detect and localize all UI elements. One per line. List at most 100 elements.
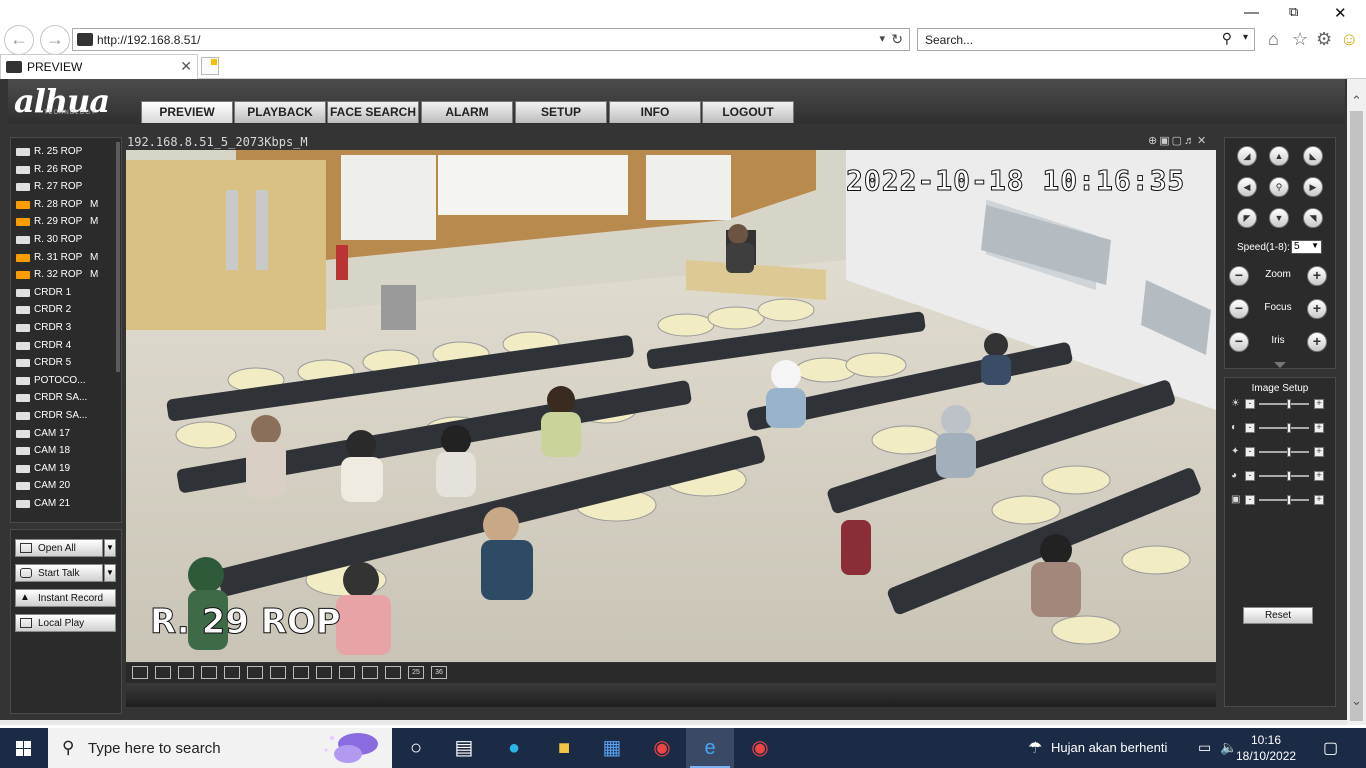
slider-minus-button[interactable]: - xyxy=(1245,399,1255,409)
device-item[interactable]: CRDR 1 xyxy=(15,285,119,303)
record-icon[interactable]: ▣ xyxy=(1159,135,1171,147)
device-item[interactable]: CAM 18 xyxy=(15,443,119,461)
device-item[interactable]: CRDR SA... xyxy=(15,408,119,426)
taskbar-search-input[interactable]: ⚲ Type here to search xyxy=(48,728,392,768)
zoom-icon[interactable]: ⊕ xyxy=(1148,135,1159,147)
open-all-button[interactable]: Open All xyxy=(15,539,103,557)
split-mode-button[interactable] xyxy=(270,666,286,679)
back-button[interactable]: ← xyxy=(4,25,34,55)
nav-tab-preview[interactable]: PREVIEW xyxy=(141,101,233,123)
feedback-smiley-icon[interactable]: ☺ xyxy=(1340,29,1358,50)
slider-knob[interactable] xyxy=(1286,495,1291,505)
chrome-profile-icon[interactable]: ◉ xyxy=(638,728,686,768)
nav-tab-playback[interactable]: PLAYBACK xyxy=(234,101,326,123)
system-clock[interactable]: 10:16 18/10/2022 xyxy=(1236,732,1296,764)
scroll-up-icon[interactable]: ⌃ xyxy=(1351,93,1362,109)
cortana-icon[interactable]: ○ xyxy=(392,728,440,768)
iris-plus-button[interactable]: + xyxy=(1307,332,1327,352)
device-item[interactable]: CAM 19 xyxy=(15,461,119,479)
minimize-icon[interactable]: — xyxy=(1244,4,1259,21)
slider-track[interactable] xyxy=(1259,451,1309,453)
open-all-dropdown[interactable]: ▼ xyxy=(104,539,116,557)
slider-knob[interactable] xyxy=(1286,471,1291,481)
snapshot-icon[interactable]: ▢ xyxy=(1172,135,1184,147)
zoom-in-button[interactable]: + xyxy=(1307,266,1327,286)
home-icon[interactable]: ⌂ xyxy=(1268,29,1279,50)
network-icon[interactable]: ▭ xyxy=(1198,739,1211,768)
device-item[interactable]: CRDR 5 xyxy=(15,355,119,373)
forward-button[interactable]: → xyxy=(40,25,70,55)
ptz-collapse-toggle[interactable] xyxy=(1224,359,1336,373)
speed-select[interactable]: 5 ▼ xyxy=(1291,240,1322,254)
ptz-down-right-icon[interactable]: ◥ xyxy=(1303,208,1323,228)
device-item[interactable]: CRDR SA... xyxy=(15,390,119,408)
device-item[interactable]: R. 30 ROP xyxy=(15,232,119,250)
split-mode-button[interactable] xyxy=(132,666,148,679)
slider-knob[interactable] xyxy=(1286,399,1291,409)
browser-search-input[interactable]: Search... ⚲ ▾ xyxy=(917,28,1255,51)
split-mode-button[interactable] xyxy=(339,666,355,679)
weather-text[interactable]: Hujan akan berhenti xyxy=(1051,740,1167,768)
page-scrollbar[interactable]: ⌃ ⌄ xyxy=(1347,79,1366,725)
slider-minus-button[interactable]: - xyxy=(1245,471,1255,481)
search-dropdown-icon[interactable]: ▾ xyxy=(1243,32,1248,43)
volume-icon[interactable]: 🔈 xyxy=(1220,739,1237,768)
device-item[interactable]: R. 25 ROP xyxy=(15,144,119,162)
ptz-center-icon[interactable]: ⚲ xyxy=(1269,177,1289,197)
device-item[interactable]: R. 26 ROP xyxy=(15,162,119,180)
device-item[interactable]: CAM 20 xyxy=(15,478,119,496)
slider-minus-button[interactable]: - xyxy=(1245,495,1255,505)
nav-tab-info[interactable]: INFO xyxy=(609,101,701,123)
refresh-icon[interactable]: ↻ xyxy=(891,31,903,48)
slider-track[interactable] xyxy=(1259,427,1309,429)
search-icon[interactable]: ⚲ xyxy=(1222,30,1232,47)
weather-icon[interactable]: ☂ xyxy=(1028,738,1042,768)
slider-minus-button[interactable]: - xyxy=(1245,447,1255,457)
audio-icon[interactable]: ♬ xyxy=(1184,135,1197,147)
start-talk-button[interactable]: Start Talk xyxy=(15,564,103,582)
close-window-icon[interactable]: ✕ xyxy=(1334,4,1347,22)
focus-minus-button[interactable]: − xyxy=(1229,299,1249,319)
split-mode-button[interactable] xyxy=(201,666,217,679)
ptz-down-left-icon[interactable]: ◤ xyxy=(1237,208,1257,228)
split-mode-button[interactable] xyxy=(247,666,263,679)
device-item[interactable]: CAM 21 xyxy=(15,496,119,514)
split-mode-button[interactable] xyxy=(155,666,171,679)
slider-track[interactable] xyxy=(1259,403,1309,405)
split-mode-button[interactable] xyxy=(178,666,194,679)
split-mode-button[interactable]: 25 xyxy=(408,666,424,679)
slider-plus-button[interactable]: + xyxy=(1314,447,1324,457)
start-talk-dropdown[interactable]: ▼ xyxy=(104,564,116,582)
slider-track[interactable] xyxy=(1259,475,1309,477)
nav-tab-logout[interactable]: LOGOUT xyxy=(702,101,794,123)
split-mode-button[interactable] xyxy=(293,666,309,679)
zoom-out-button[interactable]: − xyxy=(1229,266,1249,286)
new-tab-button[interactable] xyxy=(201,57,219,75)
ptz-up-icon[interactable]: ▲ xyxy=(1269,146,1289,166)
favorites-star-icon[interactable]: ☆ xyxy=(1292,29,1308,50)
slider-track[interactable] xyxy=(1259,499,1309,501)
slider-knob[interactable] xyxy=(1286,423,1291,433)
slider-plus-button[interactable]: + xyxy=(1314,423,1324,433)
device-item[interactable]: CRDR 2 xyxy=(15,302,119,320)
start-button[interactable] xyxy=(0,728,48,768)
chrome-icon[interactable]: ◉ xyxy=(736,728,784,768)
ptz-left-icon[interactable]: ◀ xyxy=(1237,177,1257,197)
ptz-down-icon[interactable]: ▼ xyxy=(1269,208,1289,228)
device-item[interactable]: CRDR 4 xyxy=(15,338,119,356)
store-icon[interactable]: ▦ xyxy=(588,728,636,768)
settings-gear-icon[interactable]: ⚙ xyxy=(1316,29,1332,50)
camera-video-feed[interactable]: 2022-10-18 10:16:35 R. 29 ROP xyxy=(126,150,1216,662)
reset-button[interactable]: Reset xyxy=(1243,607,1313,624)
focus-plus-button[interactable]: + xyxy=(1307,299,1327,319)
device-item[interactable]: R. 31 ROP M xyxy=(15,250,119,268)
scrollbar-thumb[interactable] xyxy=(1350,111,1363,721)
tab-preview[interactable]: PREVIEW ✕ xyxy=(0,54,198,79)
slider-plus-button[interactable]: + xyxy=(1314,399,1324,409)
tab-close-icon[interactable]: ✕ xyxy=(180,58,192,75)
ptz-up-right-icon[interactable]: ◣ xyxy=(1303,146,1323,166)
device-item[interactable]: CRDR 3 xyxy=(15,320,119,338)
ptz-up-left-icon[interactable]: ◢ xyxy=(1237,146,1257,166)
device-item[interactable]: CAM 17 xyxy=(15,426,119,444)
address-dropdown-icon[interactable]: ▾ xyxy=(879,32,885,45)
